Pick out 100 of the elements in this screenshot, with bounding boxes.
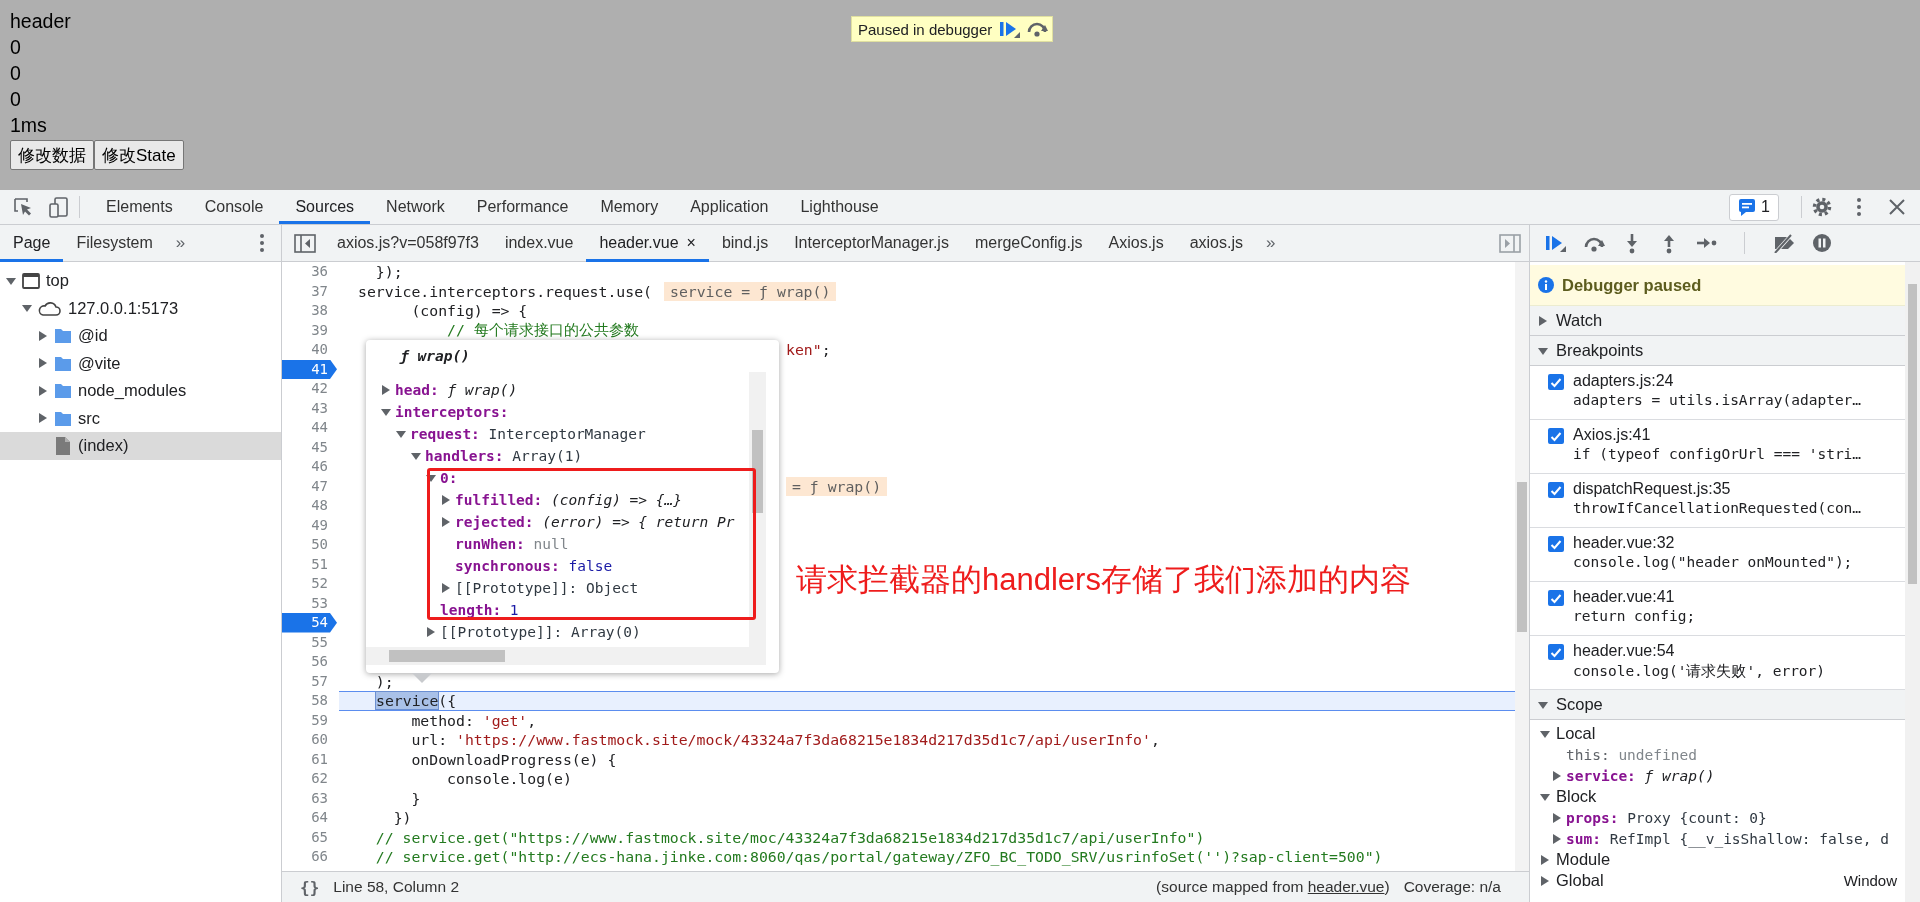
more-menu-icon[interactable] xyxy=(1856,197,1862,217)
tree-item[interactable]: top xyxy=(0,267,281,295)
property-row[interactable]: handlers: Array(1) xyxy=(381,445,583,467)
resume-icon[interactable] xyxy=(998,19,1021,39)
page-button[interactable]: 修改数据 xyxy=(10,140,94,170)
expanded-arrow-icon[interactable] xyxy=(6,275,16,286)
line-number[interactable]: 53 xyxy=(282,593,334,613)
line-number[interactable]: 52 xyxy=(282,574,334,594)
panel-tab[interactable]: Network xyxy=(370,190,461,224)
section-header[interactable]: Watch xyxy=(1530,306,1905,336)
expanded-arrow-icon[interactable] xyxy=(381,407,391,417)
line-number[interactable]: 36 xyxy=(282,262,334,282)
line-number[interactable]: 45 xyxy=(282,437,334,457)
more-menu-icon[interactable] xyxy=(259,233,265,253)
property-row[interactable]: rejected: (error) => { return Pr xyxy=(381,511,735,533)
tree-item[interactable]: node_modules xyxy=(0,377,281,405)
tree-item[interactable]: @vite xyxy=(0,349,281,377)
section-header[interactable]: Breakpoints xyxy=(1530,336,1905,366)
file-tab[interactable]: axios.js xyxy=(1176,224,1256,262)
line-number[interactable]: 47 xyxy=(282,476,334,496)
property-row[interactable]: runWhen: null xyxy=(381,533,569,555)
scrollbar[interactable] xyxy=(1515,262,1529,871)
file-tab[interactable]: axios.js?v=058f97f3 xyxy=(324,224,492,262)
line-number[interactable]: 60 xyxy=(282,730,334,750)
line-number[interactable]: 65 xyxy=(282,827,334,847)
line-number[interactable]: 59 xyxy=(282,710,334,730)
line-number[interactable]: 48 xyxy=(282,496,334,516)
property-row[interactable]: [[Prototype]]: Object xyxy=(381,577,639,599)
file-tab[interactable]: bind.js xyxy=(708,224,782,262)
close-tab-button[interactable]: × xyxy=(686,234,696,252)
scope-group[interactable]: Global Window xyxy=(1530,870,1905,891)
scope-group[interactable]: Module xyxy=(1530,849,1905,870)
file-tab[interactable]: mergeConfig.js xyxy=(961,224,1096,262)
line-number[interactable]: 40 xyxy=(282,340,334,360)
collapsed-arrow-icon[interactable] xyxy=(426,627,436,637)
checkbox[interactable] xyxy=(1548,536,1564,552)
property-row[interactable]: props: Proxy {count: 0} xyxy=(1530,807,1767,828)
breakpoint-marker[interactable]: 41 xyxy=(282,359,337,379)
property-row[interactable]: sum: RefImpl {__v_isShallow: false, d xyxy=(1530,828,1889,849)
property-row[interactable]: [[Prototype]]: Array(0) xyxy=(381,621,641,643)
scope-group[interactable]: Local xyxy=(1530,723,1905,744)
property-row[interactable]: interceptors: xyxy=(381,401,509,423)
page-button[interactable]: 修改State xyxy=(94,140,184,170)
collapsed-arrow-icon[interactable] xyxy=(38,330,48,341)
property-row[interactable]: service: ƒ wrap() xyxy=(1530,765,1715,786)
collapsed-arrow-icon[interactable] xyxy=(441,517,451,527)
close-icon[interactable] xyxy=(1888,198,1906,216)
expanded-arrow-icon[interactable] xyxy=(22,303,32,314)
tree-item[interactable]: src xyxy=(0,404,281,432)
collapsed-arrow-icon[interactable] xyxy=(38,358,48,369)
navigator-tab[interactable]: Filesystem xyxy=(63,224,166,262)
more-tabs-button[interactable]: » xyxy=(1256,233,1286,253)
inspect-icon[interactable] xyxy=(13,197,33,217)
collapsed-arrow-icon[interactable] xyxy=(1552,770,1562,781)
expanded-arrow-icon[interactable] xyxy=(396,429,406,439)
tree-item[interactable]: @id xyxy=(0,322,281,350)
panel-tab[interactable]: Elements xyxy=(90,190,189,224)
collapsed-arrow-icon[interactable] xyxy=(381,385,391,395)
pretty-print-button[interactable]: {} xyxy=(300,877,320,897)
deactivate-breakpoints-icon[interactable] xyxy=(1772,233,1795,253)
line-number[interactable]: 55 xyxy=(282,632,334,652)
line-number[interactable]: 61 xyxy=(282,749,334,769)
expanded-arrow-icon[interactable] xyxy=(411,451,421,461)
file-tab[interactable]: header.vue × xyxy=(586,224,709,262)
checkbox[interactable] xyxy=(1548,428,1564,444)
property-row[interactable]: head: ƒ wrap() xyxy=(381,379,518,401)
line-number[interactable]: 46 xyxy=(282,457,334,477)
navigator-tab[interactable]: Page xyxy=(0,224,64,262)
expanded-arrow-icon[interactable] xyxy=(1538,345,1548,356)
source-link[interactable]: header.vue xyxy=(1307,878,1385,895)
line-number[interactable]: 43 xyxy=(282,398,334,418)
resume-icon[interactable] xyxy=(1544,233,1566,253)
panel-tab[interactable]: Application xyxy=(674,190,785,224)
checkbox[interactable] xyxy=(1548,644,1564,660)
scope-group[interactable]: Block xyxy=(1530,786,1905,807)
issues-button[interactable]: 1 xyxy=(1729,193,1779,221)
pause-icon[interactable] xyxy=(1812,233,1832,253)
scrollbar[interactable] xyxy=(1905,262,1920,902)
expanded-arrow-icon[interactable] xyxy=(426,473,436,483)
line-number[interactable]: 56 xyxy=(282,652,334,672)
line-number[interactable]: 49 xyxy=(282,515,334,535)
line-number[interactable]: 57 xyxy=(282,671,334,691)
checkbox[interactable] xyxy=(1548,374,1564,390)
collapsed-arrow-icon[interactable] xyxy=(441,495,451,505)
navigator-toggle-icon[interactable] xyxy=(294,233,316,253)
collapsed-arrow-icon[interactable] xyxy=(1540,854,1550,865)
expanded-arrow-icon[interactable] xyxy=(1538,699,1548,710)
line-number[interactable]: 64 xyxy=(282,808,334,828)
property-row[interactable]: synchronous: false xyxy=(381,555,613,577)
collapsed-arrow-icon[interactable] xyxy=(1552,833,1562,844)
property-row[interactable]: length: 1 xyxy=(381,599,519,621)
line-number[interactable]: 38 xyxy=(282,301,334,321)
expanded-arrow-icon[interactable] xyxy=(1540,728,1550,739)
line-number[interactable]: 42 xyxy=(282,379,334,399)
collapsed-arrow-icon[interactable] xyxy=(1538,315,1548,326)
breakpoint-marker[interactable]: 54 xyxy=(282,613,337,633)
panel-tab[interactable]: Performance xyxy=(460,190,585,224)
collapsed-arrow-icon[interactable] xyxy=(38,413,48,424)
more-tabs-button[interactable]: » xyxy=(165,233,196,253)
property-row[interactable]: fulfilled: (config) => {…} xyxy=(381,489,682,511)
